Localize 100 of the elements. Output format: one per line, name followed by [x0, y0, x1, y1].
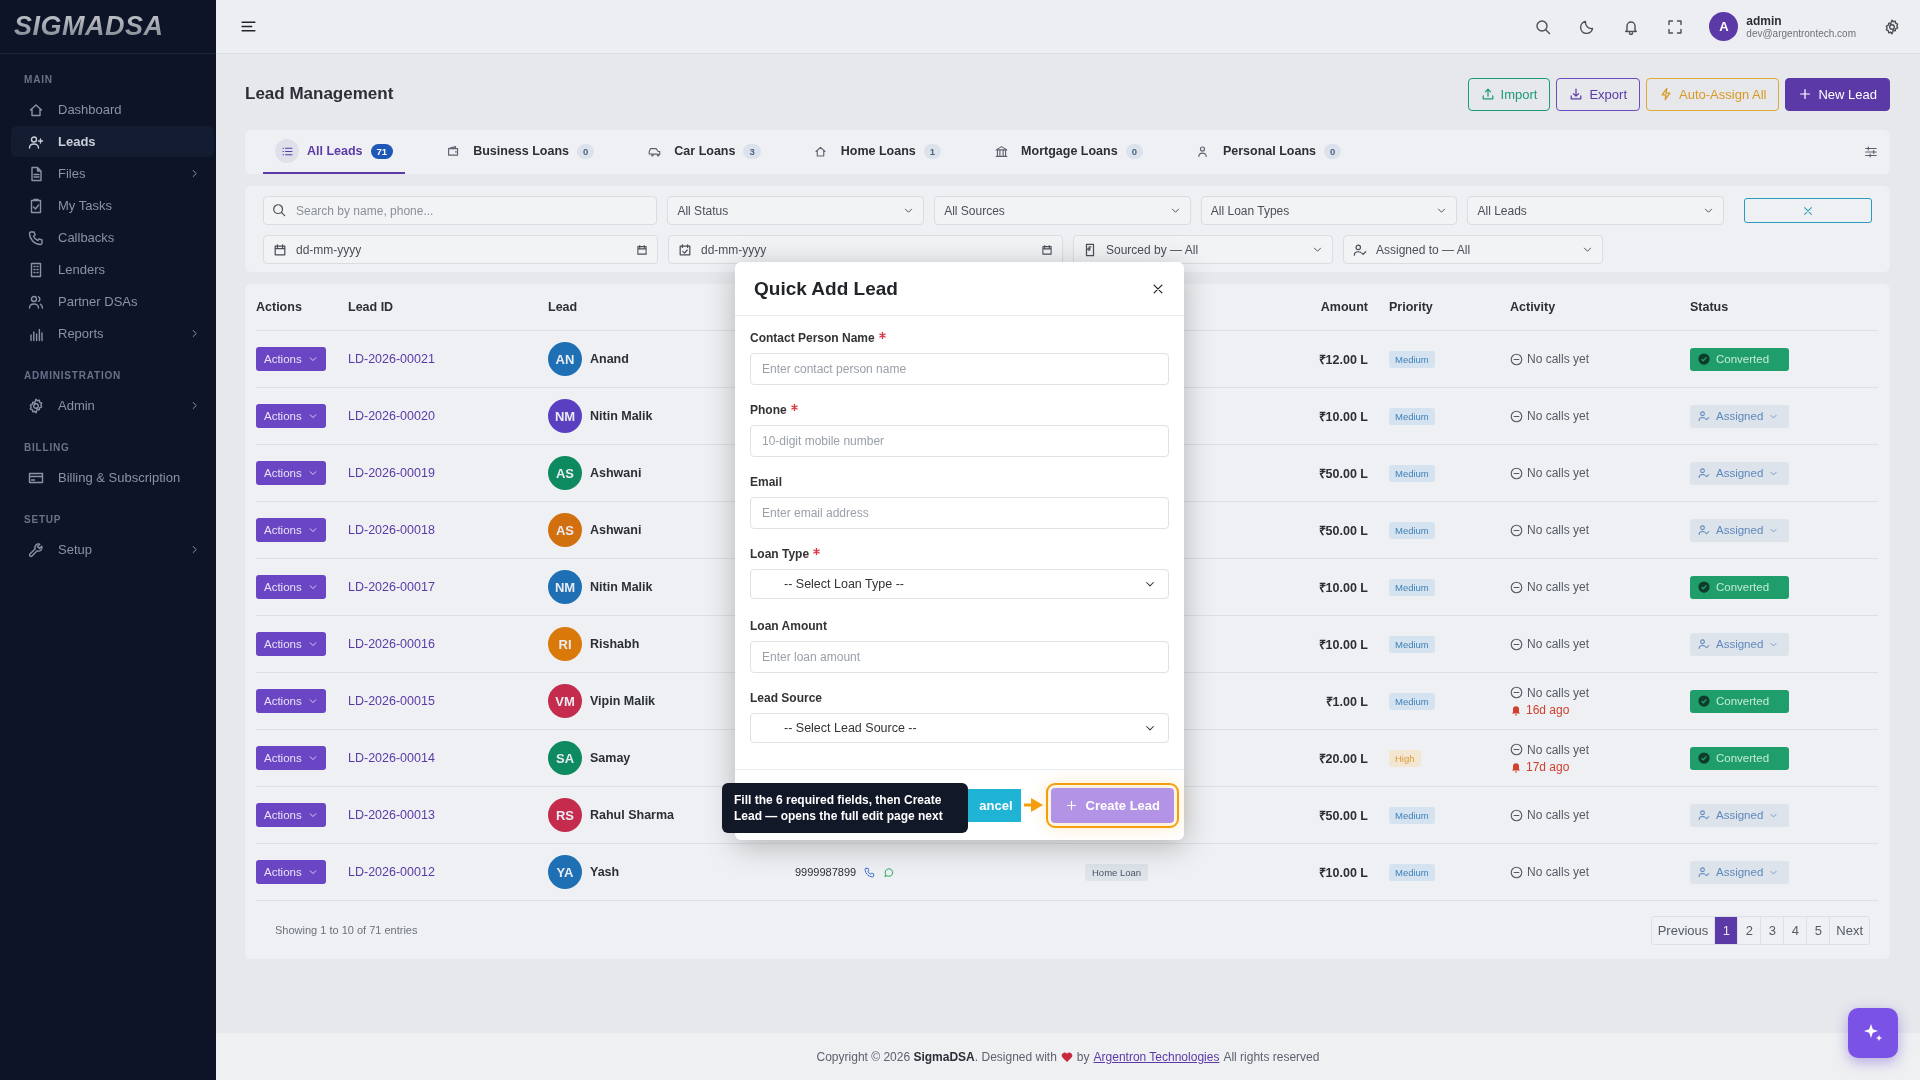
sidebar-item[interactable]: Partner DSAs [11, 286, 214, 317]
filter-select[interactable]: Assigned to — All [1343, 235, 1603, 264]
filter-select[interactable]: All Loan Types [1200, 196, 1458, 225]
required-icon [790, 404, 798, 411]
actions-dropdown[interactable]: Actions [256, 632, 326, 656]
lead-id-link[interactable]: LD-2026-00016 [348, 637, 435, 651]
tab[interactable]: Personal Loans 0 [1178, 130, 1354, 174]
field-label: Email [750, 475, 782, 489]
amount-text: ₹1.00 L [1325, 693, 1368, 710]
assistant-button[interactable] [1848, 1008, 1898, 1058]
lead-id-link[interactable]: LD-2026-00021 [348, 352, 435, 366]
lead-avatar: AN [548, 342, 582, 376]
lead-id-link[interactable]: LD-2026-00014 [348, 751, 435, 765]
date-field[interactable]: dd-mm-yyyy [668, 235, 1063, 264]
lead-avatar: AS [548, 456, 582, 490]
page-title: Lead Management [245, 84, 395, 104]
new-button[interactable]: New Lead [1785, 77, 1890, 111]
filter-select[interactable]: All Sources [934, 196, 1191, 225]
lead-id-link[interactable]: LD-2026-00020 [348, 409, 435, 423]
chevron-down-icon [307, 810, 318, 820]
input-field[interactable]: Enter email address [750, 497, 1169, 529]
lead-id-link[interactable]: LD-2026-00012 [348, 865, 435, 879]
users-icon [28, 293, 44, 310]
select-field[interactable]: -- Select Loan Type -- [750, 569, 1169, 599]
activity-text: No calls yet [1510, 808, 1590, 822]
tab[interactable]: Mortgage Loans 0 [977, 130, 1155, 174]
select-field[interactable]: -- Select Lead Source -- [750, 713, 1169, 743]
user-check-icon [1698, 524, 1710, 536]
sidebar-item[interactable]: Reports [11, 318, 214, 349]
actions-dropdown[interactable]: Actions [256, 803, 326, 827]
sidebar-item[interactable]: Lenders [11, 254, 214, 285]
sidebar-item[interactable]: Setup [11, 534, 214, 565]
settings-icon [1884, 18, 1900, 35]
page-link[interactable]: 5 [1806, 916, 1830, 944]
user-check-icon [1353, 242, 1367, 257]
user-name: admin [1746, 14, 1783, 28]
columns-button[interactable] [1864, 145, 1878, 159]
actions-dropdown[interactable]: Actions [256, 461, 326, 485]
user-avatar[interactable]: A [1709, 12, 1739, 41]
theme-button[interactable] [1579, 18, 1596, 35]
filter-select[interactable]: Sourced by — All [1073, 235, 1333, 264]
fullscreen-button[interactable] [1667, 18, 1684, 35]
page-link[interactable]: Previous [1651, 916, 1715, 944]
chevron-right-icon [189, 328, 200, 339]
column-header: Actions [256, 300, 302, 314]
sidebar-item[interactable]: Billing & Subscription [11, 462, 214, 493]
sidebar-item[interactable]: Dashboard [11, 94, 214, 125]
search-field[interactable]: Search by name, phone... [263, 196, 658, 225]
tooltip: Fill the 6 required fields, then Create Lead — opens the full edit page next [722, 783, 968, 834]
page-link[interactable]: 4 [1783, 916, 1807, 944]
tab[interactable]: All Leads 71 [263, 130, 406, 174]
notification-button[interactable] [1623, 18, 1640, 35]
building-icon [28, 261, 44, 278]
priority-tag: Medium [1389, 806, 1435, 824]
tab[interactable]: Car Loans 3 [630, 130, 773, 174]
lead-id-link[interactable]: LD-2026-00019 [348, 466, 435, 480]
page-link[interactable]: 1 [1714, 916, 1738, 944]
lead-id-link[interactable]: LD-2026-00015 [348, 694, 435, 708]
gear-icon [28, 397, 44, 414]
amount-text: ₹10.00 L [1318, 636, 1368, 653]
amount-text: ₹10.00 L [1318, 864, 1368, 881]
actions-dropdown[interactable]: Actions [256, 518, 326, 542]
sidebar-item[interactable]: My Tasks [11, 190, 214, 221]
filter-select[interactable]: All Status [667, 196, 925, 225]
actions-dropdown[interactable]: Actions [256, 746, 326, 770]
filter-select[interactable]: All Leads [1467, 196, 1725, 225]
date-field[interactable]: dd-mm-yyyy [263, 235, 658, 264]
sidebar-item[interactable]: Leads [11, 126, 214, 157]
status-badge: Converted [1690, 689, 1789, 713]
actions-dropdown[interactable]: Actions [256, 860, 326, 884]
actions-dropdown[interactable]: Actions [256, 347, 326, 371]
sidebar-item[interactable]: Callbacks [11, 222, 214, 253]
tab[interactable]: Business Loans 0 [429, 130, 607, 174]
actions-dropdown[interactable]: Actions [256, 689, 326, 713]
count-badge: 1 [923, 143, 942, 159]
actions-dropdown[interactable]: Actions [256, 575, 326, 599]
search-button[interactable] [1535, 18, 1552, 35]
page-link[interactable]: 3 [1760, 916, 1784, 944]
input-field[interactable]: Enter contact person name [750, 353, 1169, 385]
settings-button[interactable] [1884, 18, 1900, 35]
page-link[interactable]: 2 [1737, 916, 1761, 944]
chevron-right-icon [189, 400, 200, 411]
sidebar-item[interactable]: Files [11, 158, 214, 189]
chevron-down-icon [307, 753, 318, 763]
page-link[interactable]: Next [1829, 916, 1869, 944]
export-button[interactable]: Export [1556, 77, 1640, 111]
lead-id-link[interactable]: LD-2026-00013 [348, 808, 435, 822]
tab[interactable]: Home Loans 1 [796, 130, 954, 174]
company-link[interactable]: Argentron Technologies [1093, 1049, 1220, 1064]
lead-id-link[interactable]: LD-2026-00018 [348, 523, 435, 537]
section-heading: SETUP [23, 513, 63, 527]
home-icon [814, 144, 828, 158]
input-field[interactable]: 10-digit mobile number [750, 425, 1169, 457]
sidebar-item[interactable]: Admin [11, 390, 214, 421]
actions-dropdown[interactable]: Actions [256, 404, 326, 428]
column-header: Lead [548, 300, 578, 314]
input-field[interactable]: Enter loan amount [750, 641, 1169, 673]
call-button[interactable] [864, 866, 876, 878]
clear-filters-button[interactable] [1744, 198, 1872, 223]
lead-id-link[interactable]: LD-2026-00017 [348, 580, 435, 594]
